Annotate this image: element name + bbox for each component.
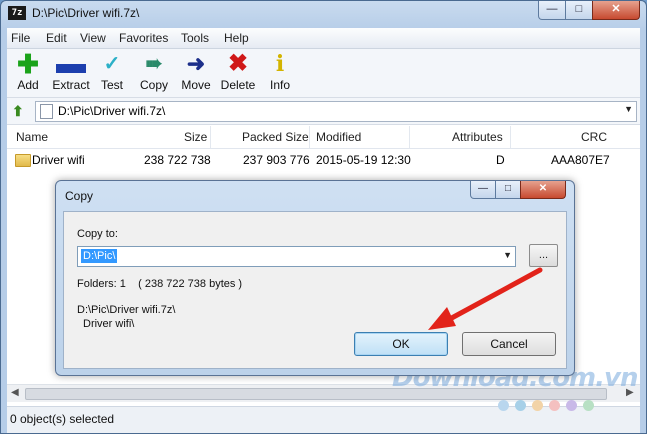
arrow-head (428, 307, 456, 330)
arrow-shaft (445, 267, 543, 323)
annotation-arrow-icon (428, 267, 543, 330)
